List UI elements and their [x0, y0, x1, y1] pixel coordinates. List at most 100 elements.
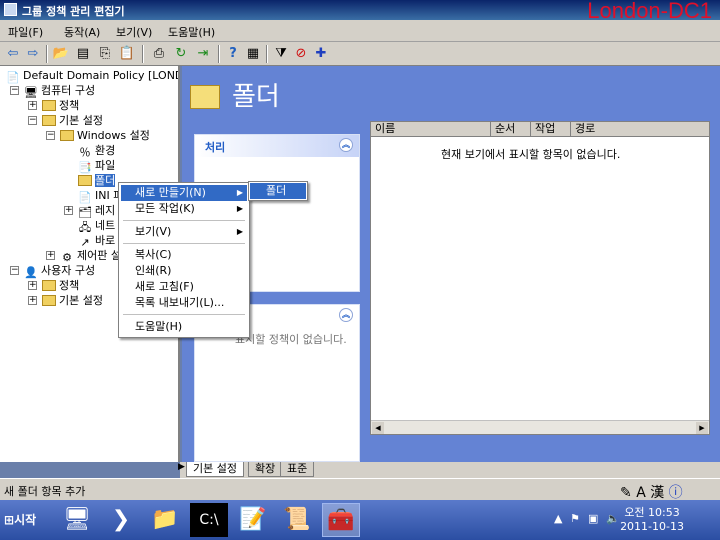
- column-order[interactable]: 순서: [491, 122, 531, 137]
- network-icon[interactable]: ▣: [588, 512, 598, 525]
- expand-icon[interactable]: +: [28, 296, 37, 305]
- collapse-icon[interactable]: −: [10, 86, 19, 95]
- menu-view[interactable]: 보기(V): [116, 24, 152, 40]
- language-bar[interactable]: ✎ A 漢 ⓘ: [620, 482, 683, 501]
- tree-windows-settings[interactable]: Windows 설정: [60, 128, 150, 143]
- tree-environment[interactable]: ％ 환경: [78, 143, 116, 159]
- tree-user-policies[interactable]: 정책: [42, 278, 79, 293]
- forward-icon[interactable]: ⇨: [24, 45, 42, 63]
- flag-icon[interactable]: ⚑: [570, 512, 580, 525]
- menu-item-new[interactable]: 새로 만들기(N) ▶: [121, 185, 247, 201]
- clock-date: 2011-10-13: [620, 520, 684, 533]
- taskbar: ⊞시작 🖥 ❯ 📁 C:\ 📝 📜 🧰 ▲ ⚑ ▣ 🔈 오전 10:53 201…: [0, 500, 720, 540]
- tree-user-config[interactable]: 👤 사용자 구성: [24, 263, 95, 279]
- back-icon[interactable]: ⇦: [4, 45, 22, 63]
- expand-icon[interactable]: +: [64, 206, 73, 215]
- menu-separator: [123, 314, 245, 315]
- items-list[interactable]: 이름 순서 작업 경로 현재 보기에서 표시할 항목이 없습니다. ◀ ▶: [370, 121, 710, 435]
- tray-expand-icon[interactable]: ▲: [554, 512, 562, 525]
- volume-icon[interactable]: 🔈: [606, 512, 620, 525]
- column-action[interactable]: 작업: [531, 122, 571, 137]
- tree-root[interactable]: 📄 Default Domain Policy [LOND: [6, 68, 178, 84]
- up-icon[interactable]: 📂: [52, 45, 70, 63]
- collapse-chevron-icon[interactable]: ︽: [339, 138, 353, 152]
- clock[interactable]: 오전 10:53 2011-10-13: [620, 506, 684, 534]
- properties-icon[interactable]: ▦: [244, 45, 262, 63]
- menu-separator: [123, 220, 245, 221]
- pane-title: 폴더: [232, 82, 280, 112]
- tree-ini-files[interactable]: 📄 INI 파: [78, 188, 123, 204]
- folder-icon: [42, 115, 56, 126]
- menu-help[interactable]: 도움말(H): [168, 24, 215, 40]
- tab-scroll-icon[interactable]: ▶: [178, 462, 185, 472]
- clock-time: 오전 10:53: [624, 506, 680, 519]
- collapse-chevron-icon[interactable]: ︽: [339, 308, 353, 322]
- collapse-icon[interactable]: −: [10, 266, 19, 275]
- column-name[interactable]: 이름: [371, 122, 491, 137]
- folder-icon: [190, 85, 220, 109]
- tree-shortcuts[interactable]: ↗ 바로: [78, 233, 115, 249]
- toolbar-separator: [142, 45, 144, 63]
- copy-icon[interactable]: ⎘: [96, 45, 114, 63]
- collapse-icon[interactable]: −: [28, 116, 37, 125]
- menu-item-print[interactable]: 인쇄(R): [121, 263, 247, 279]
- gpme-window-icon[interactable]: 🧰: [322, 503, 360, 537]
- delete-icon[interactable]: ⊘: [292, 45, 310, 63]
- tab-standard[interactable]: 표준: [280, 462, 315, 477]
- menu-item-export[interactable]: 목록 내보내기(L)...: [121, 295, 247, 311]
- tab-preferences[interactable]: 기본 설정: [186, 462, 244, 477]
- paste-icon[interactable]: 📋: [118, 45, 136, 63]
- expand-icon[interactable]: +: [46, 251, 55, 260]
- new-icon[interactable]: ✚: [312, 45, 330, 63]
- menu-item-help[interactable]: 도움말(H): [121, 319, 247, 335]
- tree-computer-config[interactable]: 🖥 컴퓨터 구성: [24, 83, 95, 99]
- expand-icon[interactable]: +: [28, 281, 37, 290]
- tree-control-panel[interactable]: ⚙ 제어판 설: [60, 248, 121, 264]
- toolbar: ⇦ ⇨ 📂 ▤ ⎘ 📋 ⎙ ↻ ⇥ ? ▦ ⧩ ⊘ ✚: [0, 42, 720, 66]
- app-icon: [4, 3, 17, 16]
- tab-extended[interactable]: 확장: [248, 462, 283, 477]
- submenu-arrow-icon: ▶: [236, 204, 243, 213]
- collapse-icon[interactable]: −: [46, 131, 55, 140]
- policy-panel-text: 표시할 정책이 없습니다.: [235, 333, 347, 346]
- tree-user-preferences[interactable]: 기본 설정: [42, 293, 103, 308]
- notepad-icon[interactable]: 📝: [234, 503, 272, 537]
- submenu-item-folder[interactable]: 폴더: [250, 183, 306, 199]
- ime-mode[interactable]: A 漢: [636, 485, 664, 501]
- console-tree-icon[interactable]: ▤: [74, 45, 92, 63]
- help-icon[interactable]: ?: [224, 45, 242, 63]
- tree-folders[interactable]: 폴더: [78, 173, 116, 188]
- tree-registry[interactable]: 🗂 레지: [78, 203, 115, 219]
- server-manager-icon[interactable]: 🖥: [58, 503, 96, 537]
- pane-scrollbar[interactable]: [184, 432, 714, 444]
- title-bar: 그룹 정책 관리 편집기 London-DC1: [0, 0, 720, 23]
- tree-files[interactable]: 📑 파일: [78, 158, 115, 174]
- menu-action[interactable]: 동작(A): [64, 24, 100, 40]
- menu-item-all-tasks[interactable]: 모든 작업(K) ▶: [121, 201, 247, 217]
- print-icon[interactable]: ⎙: [150, 45, 168, 63]
- help-icon[interactable]: ⓘ: [669, 485, 683, 501]
- start-button[interactable]: ⊞시작: [2, 508, 46, 532]
- tree-preferences[interactable]: 기본 설정: [42, 113, 103, 128]
- user-icon: 👤: [24, 266, 38, 279]
- refresh-icon[interactable]: ↻: [172, 45, 190, 63]
- command-prompt-icon[interactable]: C:\: [190, 503, 228, 537]
- powershell-icon[interactable]: ❯: [102, 503, 140, 537]
- explorer-icon[interactable]: 📁: [146, 503, 184, 537]
- menu-item-paste[interactable]: 복사(C): [121, 247, 247, 263]
- expand-icon[interactable]: +: [28, 101, 37, 110]
- menu-item-refresh[interactable]: 새로 고침(F): [121, 279, 247, 295]
- menu-file[interactable]: 파일(F): [8, 24, 43, 40]
- tree-network-shares[interactable]: 🖧 네트: [78, 218, 115, 234]
- column-path[interactable]: 경로: [571, 122, 709, 137]
- tree-policies[interactable]: 정책: [42, 98, 79, 113]
- ime-icon[interactable]: ✎: [620, 485, 632, 501]
- view-tabs: ▶ 기본 설정 확장 표준: [178, 462, 720, 478]
- menu-item-view[interactable]: 보기(V) ▶: [121, 224, 247, 240]
- submenu-arrow-icon: ▶: [236, 227, 243, 236]
- filter-icon[interactable]: ⧩: [272, 45, 290, 63]
- export-icon[interactable]: ⇥: [194, 45, 212, 63]
- folder-icon: [78, 175, 92, 186]
- group-policy-icon[interactable]: 📜: [278, 503, 316, 537]
- toolbar-separator: [46, 45, 48, 63]
